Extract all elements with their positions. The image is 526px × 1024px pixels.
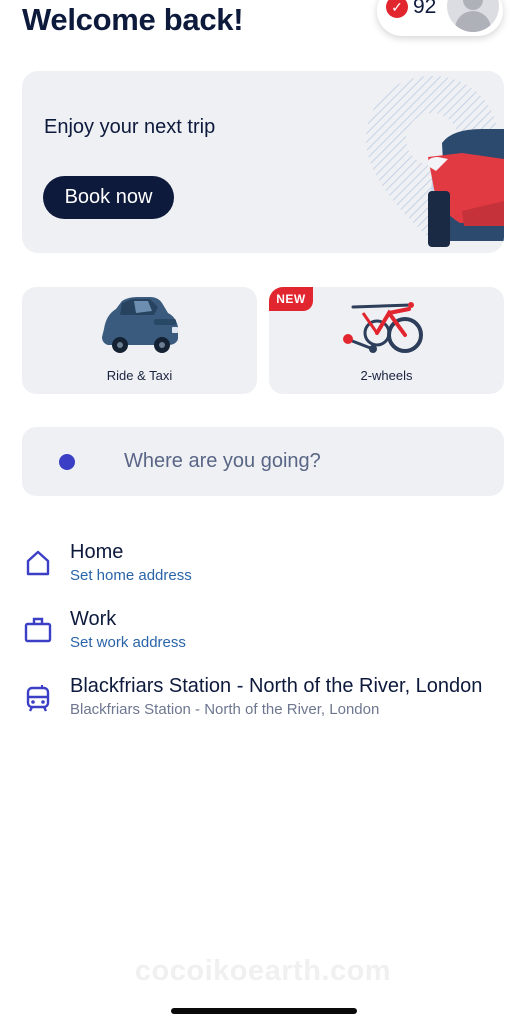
place-title: Blackfriars Station - North of the River… xyxy=(70,675,483,697)
home-indicator[interactable] xyxy=(171,1008,357,1014)
taxi-icon xyxy=(102,297,178,353)
place-title: Work xyxy=(70,608,117,630)
place-subtitle: Set work address xyxy=(70,634,186,651)
recent-place-blackfriars[interactable]: Blackfriars Station - North of the River… xyxy=(0,675,526,735)
briefcase-icon xyxy=(24,617,52,643)
mode-label-two-wheels: 2-wheels xyxy=(360,368,413,383)
page-title: Welcome back! xyxy=(22,2,244,37)
saved-place-work[interactable]: Work Set work address xyxy=(0,608,526,668)
promo-headline: Enjoy your next trip xyxy=(44,116,216,138)
avatar-head-shape xyxy=(463,0,483,10)
book-now-button[interactable]: Book now xyxy=(43,176,174,219)
points-value: 92 xyxy=(413,0,437,18)
saved-place-home[interactable]: Home Set home address xyxy=(0,541,526,601)
new-badge: NEW xyxy=(269,287,313,311)
place-subtitle: Set home address xyxy=(70,567,192,584)
watermark: cocoikoearth.com xyxy=(134,955,392,987)
location-dot-icon xyxy=(59,454,75,470)
avatar-body-shape xyxy=(455,11,491,32)
ride-taxi-card[interactable]: Ride & Taxi xyxy=(22,287,257,394)
place-subtitle: Blackfriars Station - North of the River… xyxy=(70,701,380,718)
search-placeholder: Where are you going? xyxy=(124,450,321,472)
mode-label-ride: Ride & Taxi xyxy=(106,368,173,383)
car-pin-illustration xyxy=(366,76,504,247)
destination-search-input[interactable]: Where are you going? xyxy=(22,427,504,496)
two-wheels-card[interactable]: NEW 2-wheels xyxy=(269,287,504,394)
bike-scooter-icon xyxy=(343,302,423,353)
promo-card: Enjoy your next trip Book now xyxy=(22,71,504,253)
home-icon xyxy=(26,550,50,576)
place-title: Home xyxy=(70,541,124,563)
train-icon xyxy=(26,685,50,712)
